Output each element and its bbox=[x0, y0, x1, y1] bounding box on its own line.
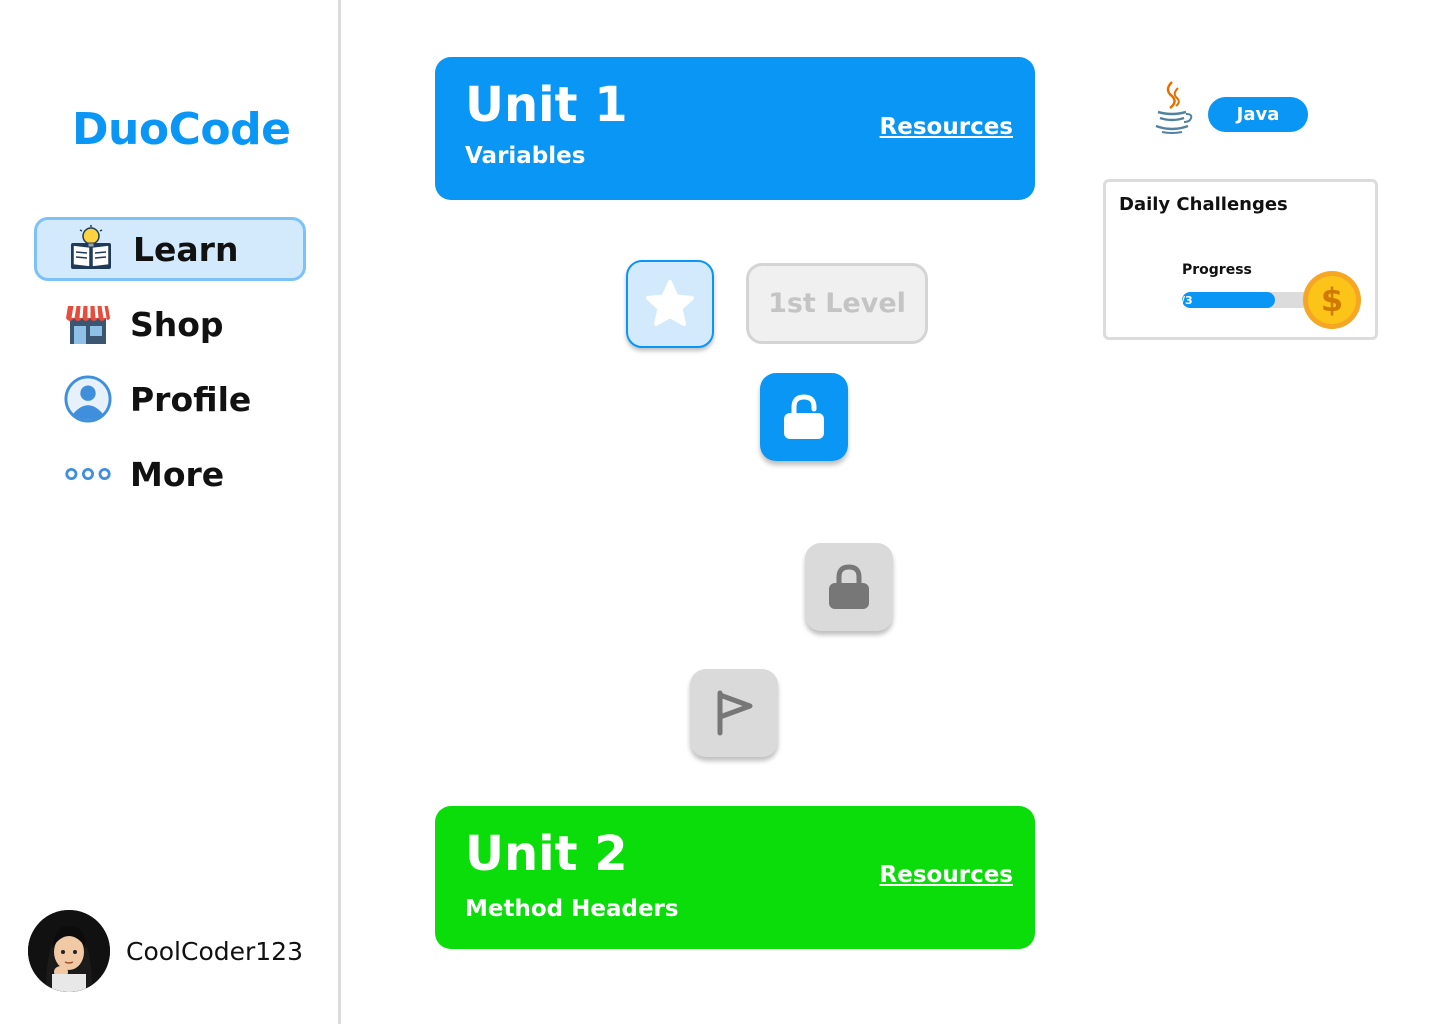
progress-text: 2/3 bbox=[1173, 294, 1193, 307]
sidebar-item-learn[interactable]: Learn bbox=[34, 217, 306, 281]
sidebar-item-more[interactable]: More bbox=[34, 442, 306, 506]
sidebar-item-label: Shop bbox=[130, 304, 224, 344]
lock-icon bbox=[829, 564, 869, 609]
store-icon bbox=[64, 300, 112, 348]
unit-subtitle: Method Headers bbox=[465, 896, 679, 922]
user-profile[interactable]: CoolCoder123 bbox=[28, 910, 303, 992]
sidebar: DuoCode Learn Shop Profile More CoolCode… bbox=[0, 0, 341, 1024]
more-dots-icon bbox=[64, 450, 112, 498]
java-cup-icon bbox=[1150, 80, 1194, 136]
unit-subtitle: Variables bbox=[465, 143, 586, 169]
level-node-current[interactable] bbox=[626, 260, 714, 348]
flag-icon bbox=[717, 690, 753, 736]
unit-title: Unit 1 bbox=[465, 77, 628, 133]
username: CoolCoder123 bbox=[126, 936, 303, 966]
level-node-locked[interactable] bbox=[805, 543, 893, 631]
sidebar-item-profile[interactable]: Profile bbox=[34, 367, 306, 431]
resources-link[interactable]: Resources bbox=[880, 862, 1013, 888]
app-logo[interactable]: DuoCode bbox=[72, 104, 291, 155]
level-tag: 1st Level bbox=[746, 263, 928, 344]
avatar-thinking-icon[interactable] bbox=[28, 910, 110, 992]
daily-challenges-panel[interactable]: Daily Challenges Progress 2/3 $ bbox=[1103, 179, 1378, 340]
sidebar-item-shop[interactable]: Shop bbox=[34, 292, 306, 356]
unit-2-card: Unit 2 Method Headers Resources bbox=[435, 806, 1035, 949]
sidebar-item-label: Profile bbox=[130, 379, 252, 419]
coin-icon: $ bbox=[1302, 270, 1362, 330]
level-node-unlocked[interactable] bbox=[760, 373, 848, 461]
sidebar-item-label: Learn bbox=[133, 229, 239, 269]
unit-1-card: Unit 1 Variables Resources bbox=[435, 57, 1035, 200]
progress-bar bbox=[1182, 292, 1322, 308]
language-selector[interactable]: Java bbox=[1208, 97, 1308, 132]
book-lightbulb-icon bbox=[67, 225, 115, 273]
unlock-icon bbox=[784, 394, 824, 439]
svg-text:$: $ bbox=[1321, 281, 1343, 319]
unit-title: Unit 2 bbox=[465, 826, 628, 882]
sidebar-item-label: More bbox=[130, 454, 225, 494]
user-icon bbox=[64, 375, 112, 423]
daily-challenges-title: Daily Challenges bbox=[1119, 194, 1288, 215]
resources-link[interactable]: Resources bbox=[880, 114, 1013, 140]
level-node-final[interactable] bbox=[690, 669, 778, 757]
progress-label: Progress bbox=[1182, 262, 1252, 278]
star-icon bbox=[646, 280, 694, 326]
